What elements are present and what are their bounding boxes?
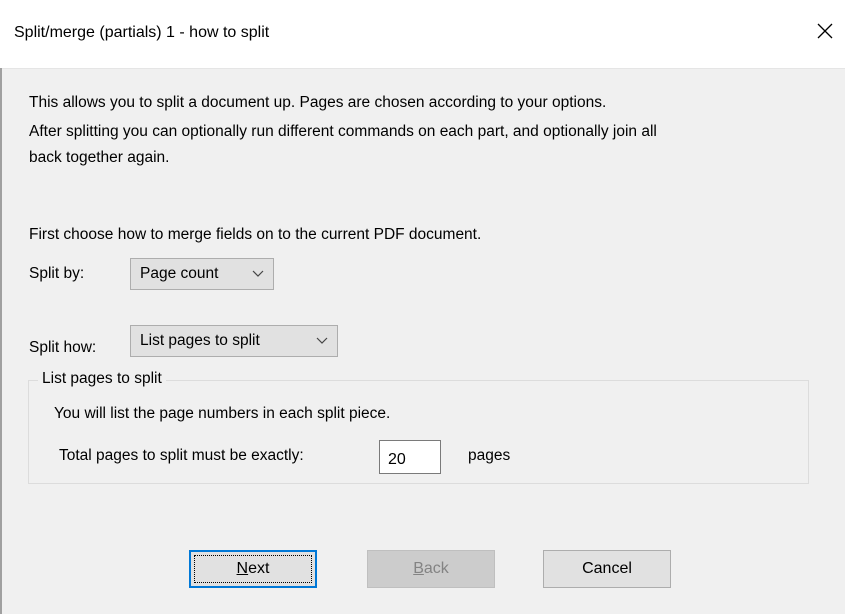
group-label: List pages to split: [38, 370, 166, 388]
close-icon: [817, 23, 833, 39]
window-left-border: [0, 68, 2, 614]
back-button-label: Back: [413, 560, 449, 577]
total-pages-input[interactable]: [379, 440, 441, 474]
window-title: Split/merge (partials) 1 - how to split: [14, 24, 270, 41]
group-description: You will list the page numbers in each s…: [54, 405, 391, 422]
pages-unit-label: pages: [468, 447, 511, 464]
split-how-value: List pages to split: [140, 332, 260, 349]
cancel-button-label: Cancel: [582, 560, 632, 577]
split-by-label: Split by:: [29, 265, 85, 282]
split-how-label: Split how:: [29, 339, 97, 356]
next-button[interactable]: Next: [189, 550, 317, 588]
chevron-down-icon: [252, 270, 264, 277]
title-bar: Split/merge (partials) 1 - how to split: [0, 0, 845, 69]
intro-line-1: This allows you to split a document up. …: [29, 94, 607, 111]
close-button[interactable]: [810, 16, 840, 46]
back-button[interactable]: Back: [367, 550, 495, 588]
intro-line-2: After splitting you can optionally run d…: [29, 123, 657, 140]
intro-line-3: back together again.: [29, 149, 170, 166]
cancel-button[interactable]: Cancel: [543, 550, 671, 588]
total-pages-label: Total pages to split must be exactly:: [59, 447, 304, 464]
instruction-text: First choose how to merge fields on to t…: [29, 226, 482, 243]
split-how-dropdown[interactable]: List pages to split: [130, 325, 338, 357]
focus-rectangle: [194, 555, 312, 583]
split-by-dropdown[interactable]: Page count: [130, 258, 274, 290]
split-by-value: Page count: [140, 265, 219, 282]
chevron-down-icon: [316, 337, 328, 344]
